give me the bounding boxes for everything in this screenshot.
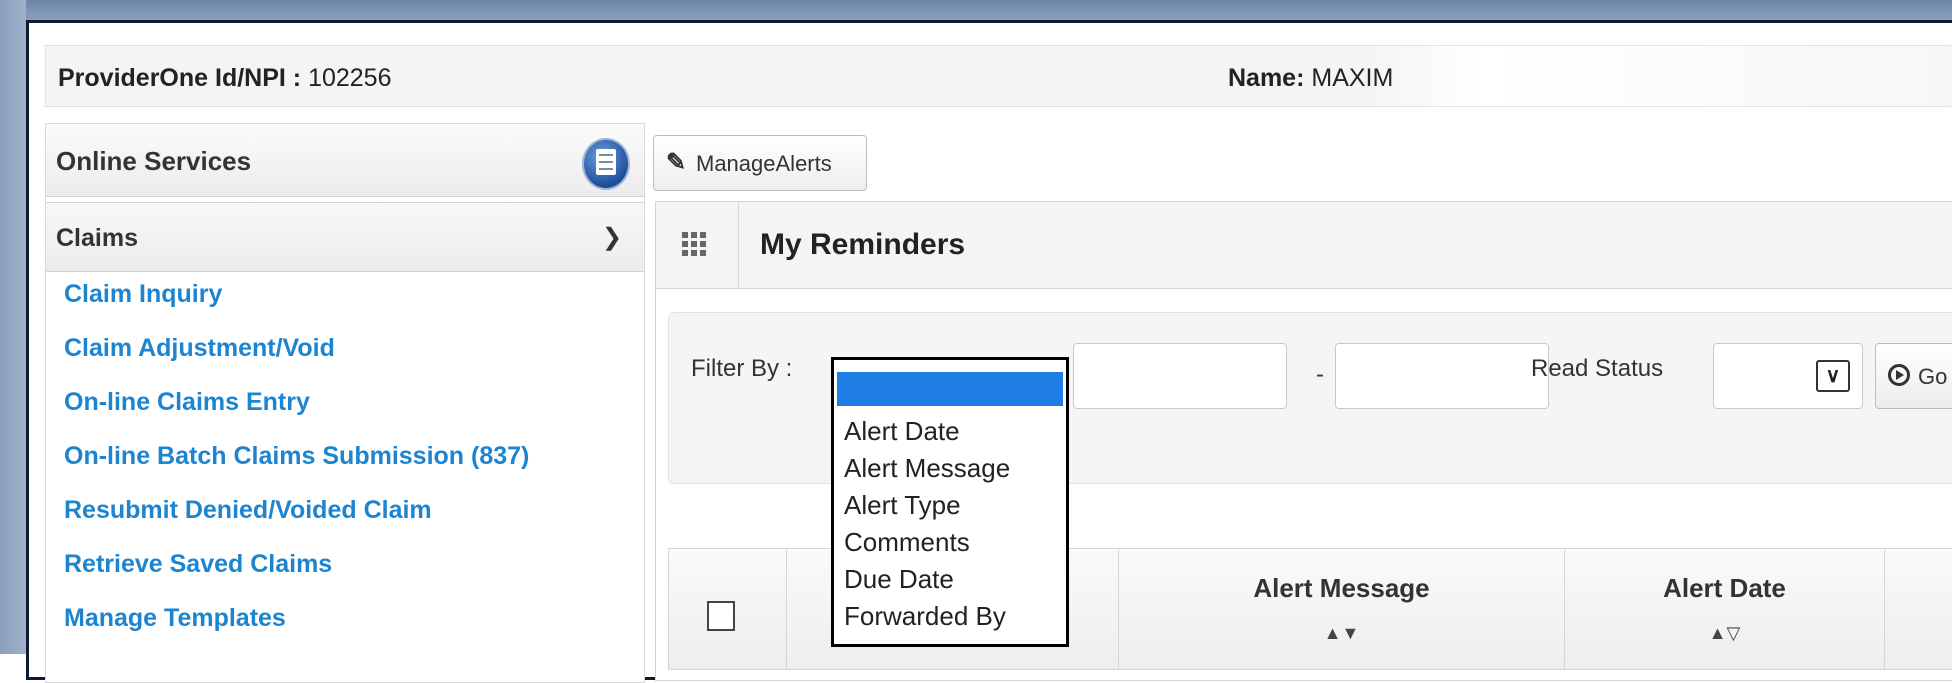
option-forwarded-by[interactable]: Forwarded By xyxy=(844,599,1010,636)
play-circle-icon xyxy=(1888,364,1910,386)
range-separator: - xyxy=(1316,361,1324,388)
col-alert-date-label: Alert Date xyxy=(1663,573,1786,603)
option-due-date[interactable]: Due Date xyxy=(844,562,1010,599)
claims-accordion-header[interactable]: Claims ❯ xyxy=(46,202,644,272)
select-all-col xyxy=(669,549,787,669)
reminders-header: My Reminders xyxy=(656,202,1952,289)
dropdown-options: Alert Date Alert Message Alert Type Comm… xyxy=(844,414,1010,636)
manage-alerts-label: ManageAlerts xyxy=(696,151,832,176)
document-icon[interactable] xyxy=(582,138,630,190)
link-online-claims-entry[interactable]: On-line Claims Entry xyxy=(64,386,529,440)
sort-icon[interactable]: ▲▽ xyxy=(1565,623,1884,644)
col-alert-message-label: Alert Message xyxy=(1253,573,1430,603)
option-alert-date[interactable]: Alert Date xyxy=(844,414,1010,451)
grid-icon xyxy=(682,232,706,256)
option-alert-type[interactable]: Alert Type xyxy=(844,488,1010,525)
provider-name-label: Name: xyxy=(1228,64,1305,92)
provider-name: Name: MAXIM xyxy=(1228,64,1393,93)
go-label: Go xyxy=(1918,364,1948,389)
col-alert-date[interactable]: Alert Date ▲▽ xyxy=(1565,549,1885,669)
chevron-down-icon[interactable]: ❯ xyxy=(602,223,622,252)
link-claim-inquiry[interactable]: Claim Inquiry xyxy=(64,278,529,332)
dropdown-selected-blank[interactable] xyxy=(837,372,1063,406)
claims-title: Claims xyxy=(56,224,138,252)
reminders-title: My Reminders xyxy=(760,228,966,261)
link-resubmit-denied[interactable]: Resubmit Denied/Voided Claim xyxy=(64,494,529,548)
link-retrieve-saved[interactable]: Retrieve Saved Claims xyxy=(64,548,529,602)
provider-id-value: 102256 xyxy=(308,64,392,92)
provider-info-bar: ProviderOne Id/NPI : 102256 Name: MAXIM xyxy=(45,45,1952,107)
select-all-checkbox[interactable] xyxy=(707,601,735,631)
link-claim-adjustment[interactable]: Claim Adjustment/Void xyxy=(64,332,529,386)
sort-icon[interactable]: ▲▼ xyxy=(1119,623,1564,644)
provider-name-value: MAXIM xyxy=(1311,64,1394,92)
filter-by-dropdown[interactable]: Alert Date Alert Message Alert Type Comm… xyxy=(831,357,1069,647)
background-band-left xyxy=(0,0,26,654)
option-comments[interactable]: Comments xyxy=(844,525,1010,562)
col-alert-message[interactable]: Alert Message ▲▼ xyxy=(1119,549,1565,669)
option-alert-message[interactable]: Alert Message xyxy=(844,451,1010,488)
app-window: ProviderOne Id/NPI : 102256 Name: MAXIM … xyxy=(26,20,1952,683)
read-status-label: Read Status xyxy=(1531,355,1664,382)
link-manage-templates[interactable]: Manage Templates xyxy=(64,602,529,656)
chevron-down-icon[interactable]: ∨ xyxy=(1816,360,1850,392)
go-button[interactable]: Go xyxy=(1875,343,1952,409)
filter-by-label: Filter By : xyxy=(691,355,793,382)
sidebar: Online Services Claims ❯ Claim Inquiry C… xyxy=(45,123,645,683)
claims-links: Claim Inquiry Claim Adjustment/Void On-l… xyxy=(64,278,529,656)
provider-id-label: ProviderOne Id/NPI : xyxy=(58,64,302,92)
manage-alerts-button[interactable]: ✎ ManageAlerts xyxy=(653,135,867,191)
online-services-title: Online Services xyxy=(56,146,252,176)
read-status-select[interactable]: ∨ xyxy=(1713,343,1863,409)
filter-to-input[interactable] xyxy=(1335,343,1549,409)
edit-icon: ✎ xyxy=(666,149,687,176)
link-batch-claims[interactable]: On-line Batch Claims Submission (837) xyxy=(64,440,529,494)
background-band-top xyxy=(0,0,1952,20)
redacted-area xyxy=(1366,46,1952,106)
online-services-header: Online Services xyxy=(46,124,644,197)
provider-id: ProviderOne Id/NPI : 102256 xyxy=(58,64,392,93)
filter-from-input[interactable] xyxy=(1073,343,1287,409)
